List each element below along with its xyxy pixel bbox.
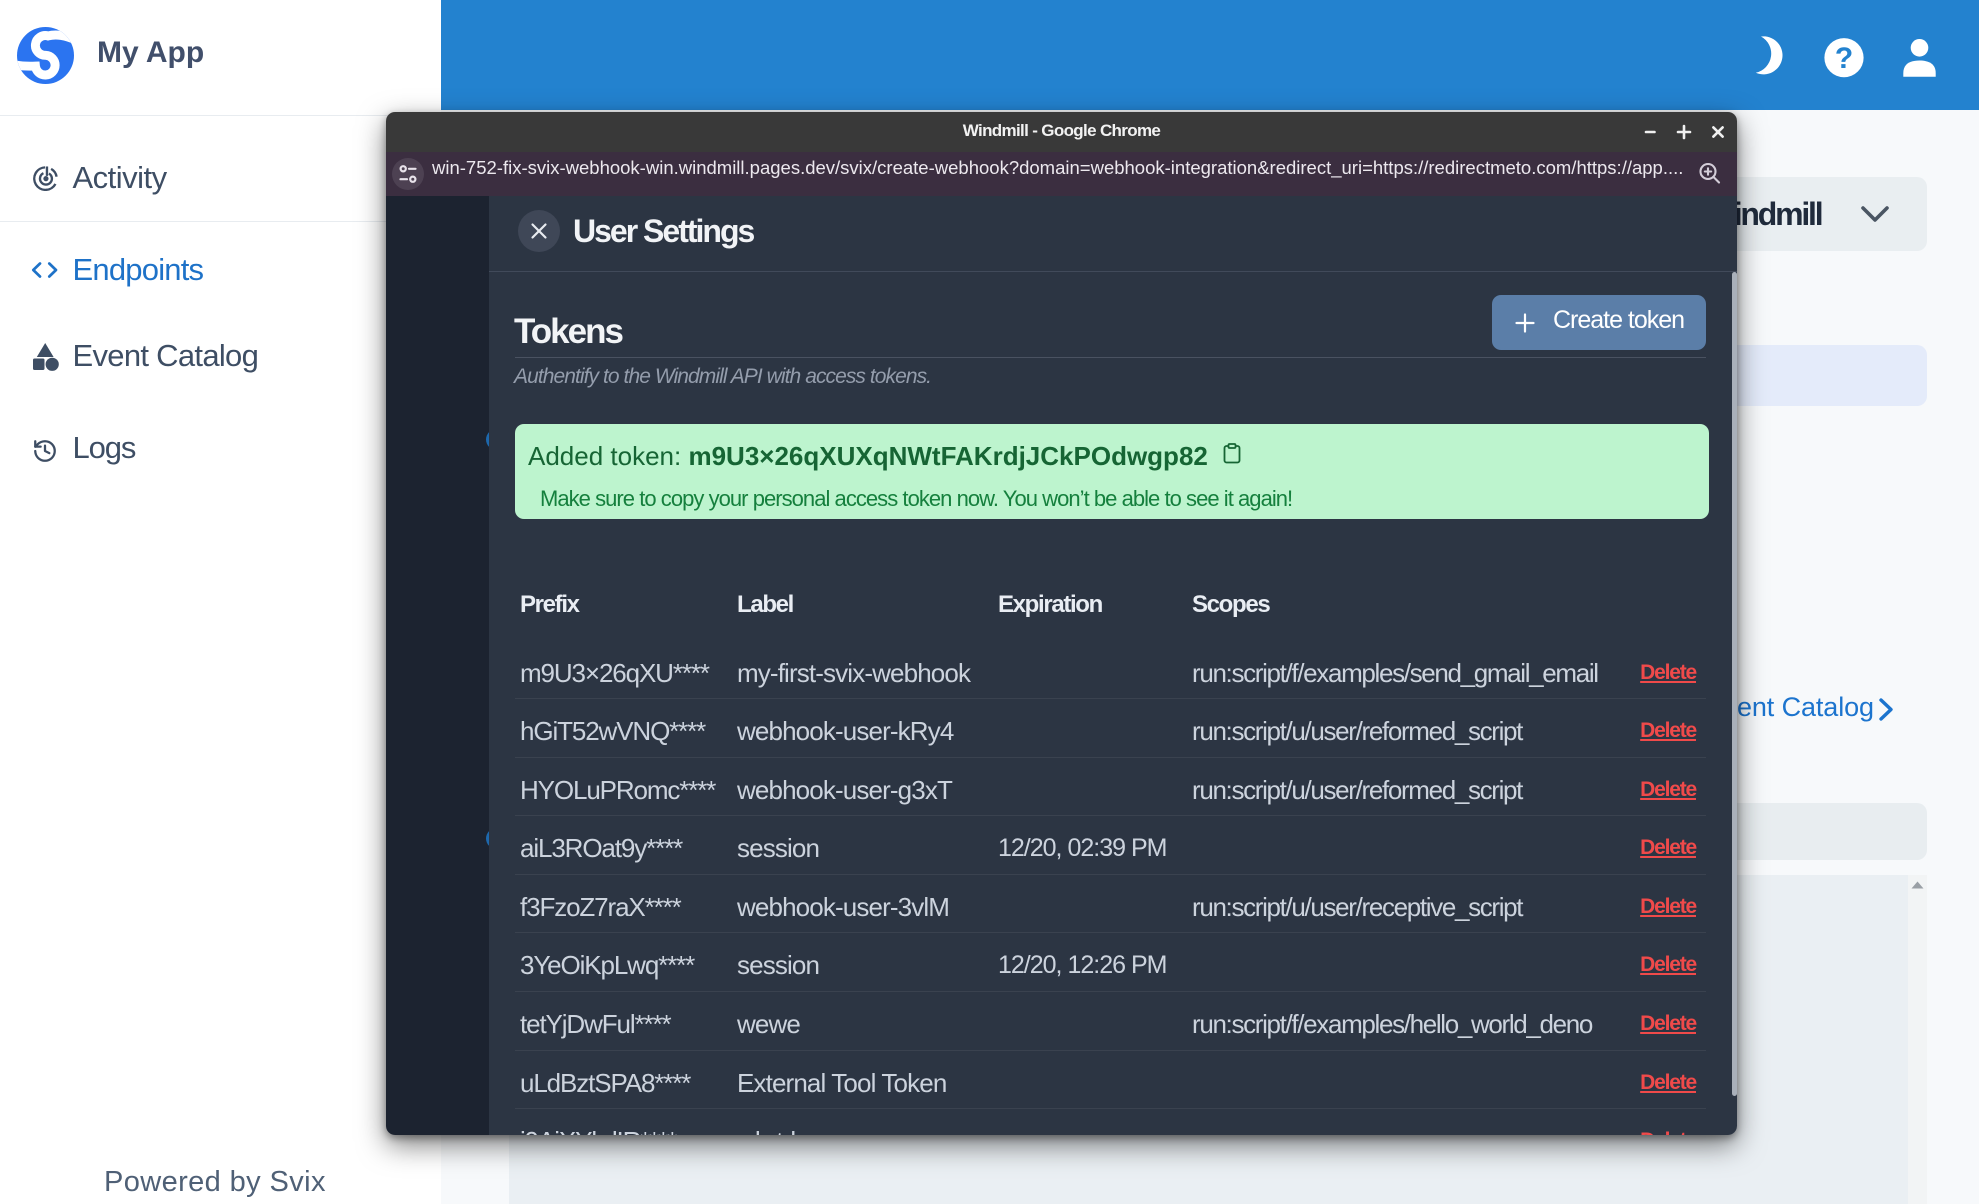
svg-text:?: ? — [1835, 42, 1853, 75]
